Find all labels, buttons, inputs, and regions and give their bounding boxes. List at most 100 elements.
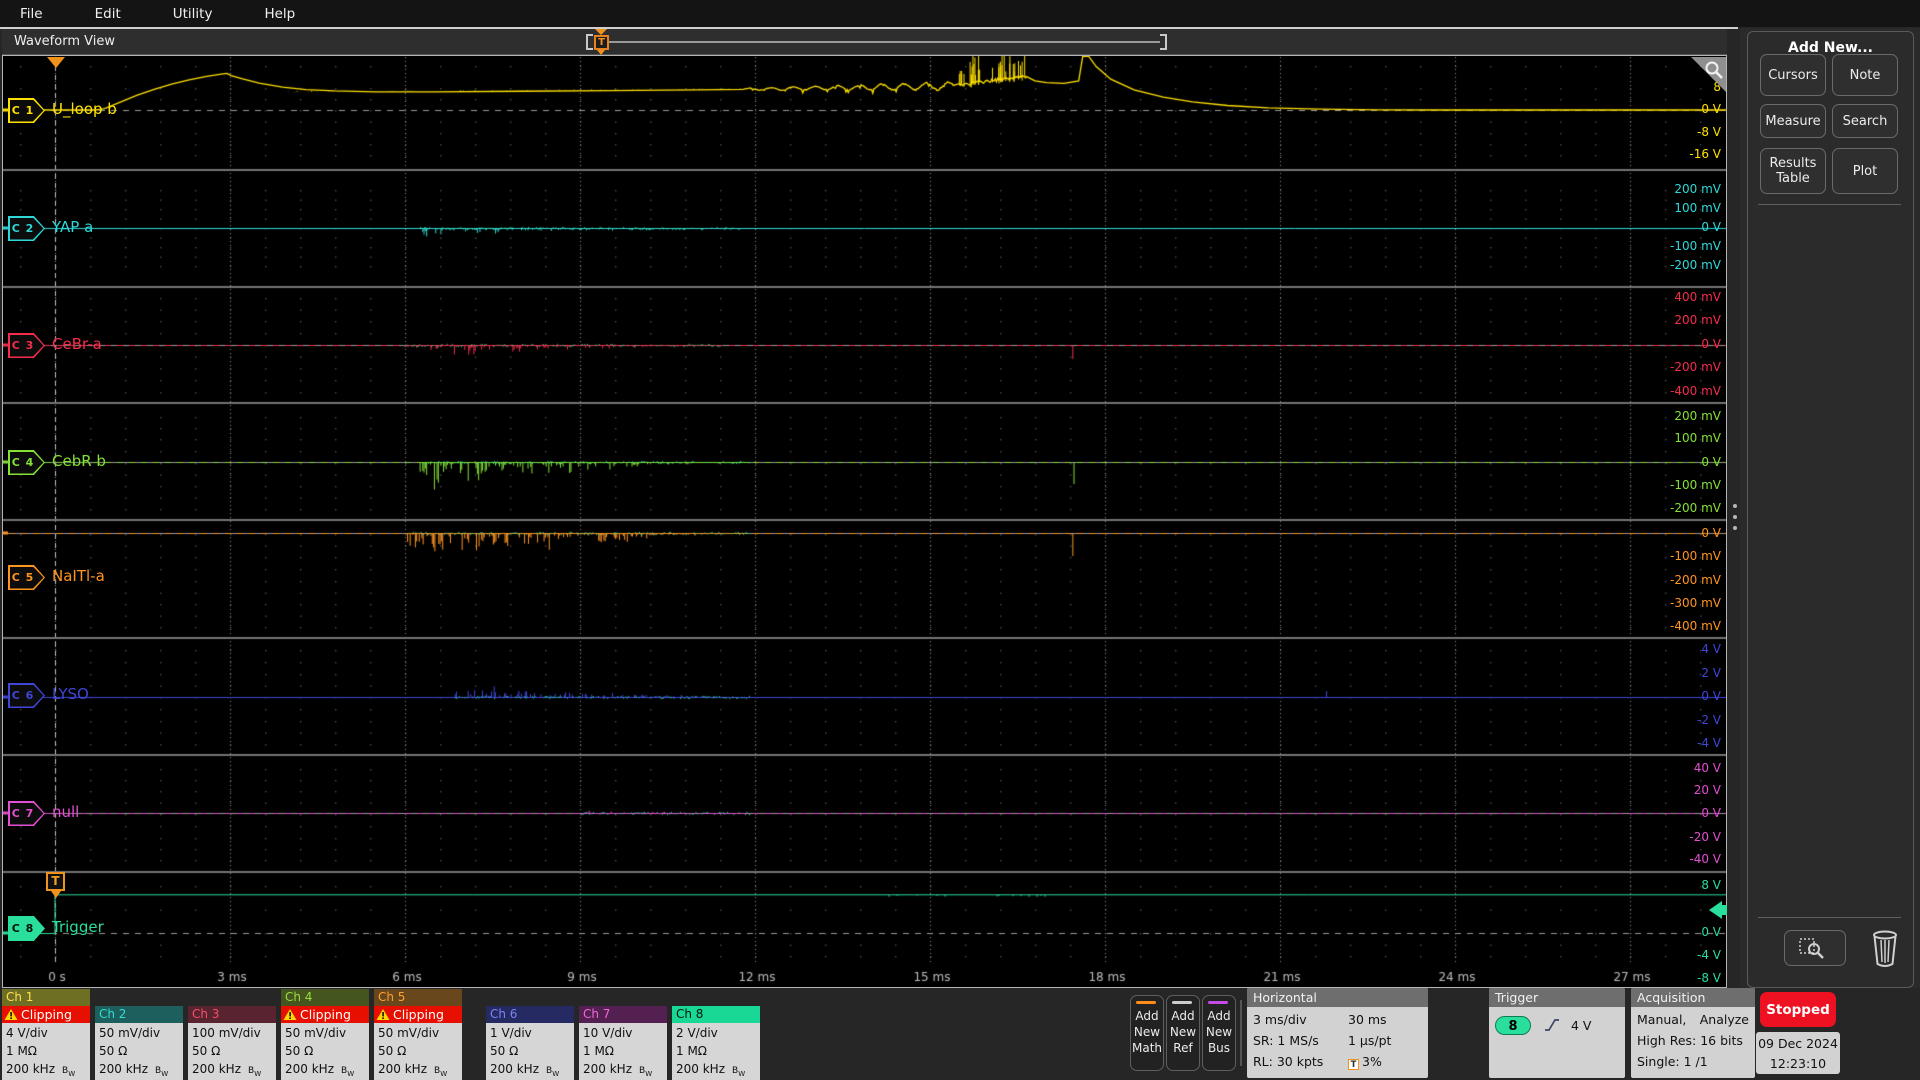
magnifier-icon [1705,61,1723,79]
trigger-t-marker-pointer-icon [51,891,61,898]
warning-icon [4,1009,18,1020]
add-new-panel: Add New... Cursors Note Measure Search Resul… [1747,31,1914,988]
bottombar-separator [1240,1000,1242,1066]
add-new-bus-button[interactable]: Add New Bus [1202,995,1236,1071]
menu-item-help[interactable]: Help [264,6,295,22]
acquisition-panel[interactable]: Acquisition Manual, Analyze High Res: 16 … [1631,988,1755,1078]
trigger-level-arrow-tail [1722,905,1727,915]
clipping-alert: Clipping [2,1006,90,1023]
ch-badge-header: Ch 8 [672,1006,760,1023]
ch-badge-6[interactable]: Ch 6 1 V/div 50 Ω 200 kHz BW [486,1006,574,1080]
acq-mode: Manual, [1637,1012,1687,1027]
clipping-alert: Clipping [281,1006,369,1023]
datetime-display: 09 Dec 2024 12:23:10 [1756,1032,1840,1074]
ch-scale: 2 V/div [676,1026,718,1040]
ch-badge-5[interactable]: Ch 5 Clipping 50 mV/div 50 Ω 200 kHz BW [374,989,462,1080]
clipping-alert: Clipping [374,1006,462,1023]
horizontal-resolution: 1 µs/pt [1348,1033,1392,1048]
ch-bandwidth: 200 kHz BW [192,1062,262,1078]
channel-name-8[interactable]: Trigger [52,918,104,936]
t-mini-icon: T [1348,1059,1359,1070]
horizontal-window: 30 ms [1348,1012,1387,1027]
channel-badge-2[interactable]: C 2 [8,216,45,241]
channel-name-5[interactable]: NaITl-a [52,567,105,585]
ch-badge-header: Ch 7 [579,1006,667,1023]
channel-badge-4[interactable]: C 4 [8,450,45,475]
ch-badge-2[interactable]: Ch 2 50 mV/div 50 Ω 200 kHz BW [95,1006,183,1080]
ch-bandwidth: 200 kHz BW [285,1062,355,1078]
horizontal-panel[interactable]: Horizontal 3 ms/div 30 ms SR: 1 MS/s 1 µs/… [1247,988,1428,1078]
sidebar-button-plot[interactable]: Plot [1832,148,1898,194]
trigger-level-arrow-icon[interactable] [1709,901,1722,919]
horizontal-panel-title: Horizontal [1247,988,1428,1007]
ch-badge-header: Ch 3 [188,1006,276,1023]
waveform-canvas[interactable] [3,56,1726,987]
horizontal-trigger-pos: T 3% [1348,1051,1382,1072]
add-new-ref-button[interactable]: Add New Ref [1166,995,1200,1071]
ch-badge-4[interactable]: Ch 4 Clipping 50 mV/div 50 Ω 200 kHz BW [281,989,369,1080]
ch-scale: 10 V/div [583,1026,633,1040]
waveform-view-title: Waveform View [14,34,115,49]
channel-badge-3[interactable]: C 3 [8,333,45,358]
panel-splitter-handle[interactable] [1733,497,1738,537]
sidebar-button-measure[interactable]: Measure [1760,104,1826,138]
sidebar-divider [1758,204,1901,205]
ch-bandwidth: 200 kHz BW [6,1062,76,1078]
add-new-math-button[interactable]: Add New Math [1130,995,1164,1071]
channel-name-3[interactable]: CeBr-a [52,335,102,353]
record-trigger-t-icon[interactable]: T [594,35,609,50]
sidebar-button-search[interactable]: Search [1832,104,1898,138]
ch-scale: 50 mV/div [99,1026,161,1040]
ch-bandwidth: 200 kHz BW [378,1062,448,1078]
record-view-left-bracket [586,34,593,50]
waveform-plot[interactable] [2,55,1727,988]
channel-name-1[interactable]: U_loop b [52,100,117,118]
sidebar-button-results-table[interactable]: Results Table [1760,148,1826,194]
channel-name-7[interactable]: null [52,803,79,821]
menu-item-edit[interactable]: Edit [95,6,121,22]
menu-bar: File Edit Utility Help [0,0,1920,27]
ch-impedance: 1 MΩ [583,1044,614,1058]
trigger-position-triangle-icon[interactable] [47,57,65,68]
channel-badge-8[interactable]: C 8 [8,916,45,941]
menu-item-utility[interactable]: Utility [173,6,213,22]
ch-impedance: 1 MΩ [676,1044,707,1058]
channel-name-2[interactable]: YAP a [52,218,93,236]
time-value: 12:23:10 [1769,1056,1827,1071]
ch-bandwidth: 200 kHz BW [490,1062,560,1078]
zoom-select-icon [1799,938,1824,959]
channel-badge-5[interactable]: C 5 [8,565,45,590]
channel-name-6[interactable]: LYSO [52,685,89,703]
right-sidebar: Add New... Cursors Note Measure Search Resul… [1740,28,1920,1080]
ch-badge-7[interactable]: Ch 7 10 V/div 1 MΩ 200 kHz BW [579,1006,667,1080]
trash-icon[interactable] [1870,928,1900,968]
ch-scale: 1 V/div [490,1026,532,1040]
ch-badge-1[interactable]: Ch 1 Clipping 4 V/div 1 MΩ 200 kHz BW [2,989,90,1080]
run-state-button[interactable]: Stopped [1760,992,1836,1027]
trigger-level-value: 4 V [1570,1018,1592,1033]
trigger-panel[interactable]: Trigger 8 4 V [1489,988,1625,1078]
menu-item-file[interactable]: File [20,6,43,22]
date-value: 09 Dec 2024 [1758,1036,1838,1051]
channel-badge-6[interactable]: C 6 [8,683,45,708]
ch-bandwidth: 200 kHz BW [676,1062,746,1078]
ch-impedance: 50 Ω [490,1044,519,1058]
sidebar-button-cursors[interactable]: Cursors [1760,54,1826,96]
ch-badge-3[interactable]: Ch 3 100 mV/div 50 Ω 200 kHz BW [188,1006,276,1080]
ch-scale: 50 mV/div [285,1026,347,1040]
channel-name-4[interactable]: CebR b [52,452,106,470]
trigger-source-badge: 8 [1495,1016,1531,1035]
ch-scale: 4 V/div [6,1026,48,1040]
ch-impedance: 1 MΩ [6,1044,37,1058]
ch-bandwidth: 200 kHz BW [583,1062,653,1078]
zoom-select-button[interactable] [1784,930,1846,966]
channel-badge-1[interactable]: C 1 [8,98,45,123]
ch-badge-header: Ch 2 [95,1006,183,1023]
ch-scale: 100 mV/div [192,1026,261,1040]
channel-badge-7[interactable]: C 7 [8,801,45,826]
trigger-t-marker[interactable]: T [46,872,65,891]
horizontal-record-length: RL: 30 kpts [1253,1054,1324,1069]
ch-badge-8[interactable]: Ch 8 2 V/div 1 MΩ 200 kHz BW [672,1006,760,1080]
sidebar-button-note[interactable]: Note [1832,54,1898,96]
record-view-bar[interactable] [604,41,1160,43]
